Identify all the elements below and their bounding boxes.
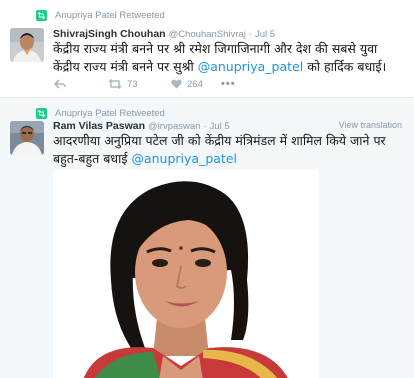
like-count: 264 (187, 78, 203, 90)
avatar[interactable] (10, 121, 44, 155)
handle[interactable]: @ChouhanShivraj (169, 29, 246, 40)
tweet-actions: 73 264 ••• (54, 77, 236, 91)
retweet-button[interactable]: 73 (108, 79, 171, 90)
mention-link[interactable]: @anupriya_patel (198, 59, 304, 74)
tweet-text: केंद्रीय राज्य मंत्री बनने पर श्री रमेश … (53, 40, 405, 76)
display-name[interactable]: ShivrajSingh Chouhan (53, 28, 166, 40)
retweet-context: Anupriya Patel Retweeted (36, 106, 165, 120)
tweet-1[interactable]: Anupriya Patel Retweeted ShivrajSingh Ch… (0, 0, 414, 98)
retweet-icon (36, 9, 47, 21)
retweet-context-label: Anupriya Patel Retweeted (55, 107, 165, 119)
retweet-icon (36, 107, 47, 119)
tweet-2[interactable]: Anupriya Patel Retweeted Ram Vilas Paswa… (0, 98, 414, 378)
separator: · (203, 121, 207, 132)
more-icon: ••• (221, 78, 236, 90)
reply-icon (54, 79, 66, 89)
handle[interactable]: @irvpaswan (148, 121, 200, 132)
retweet-count: 73 (127, 78, 138, 90)
retweet-icon (108, 79, 122, 89)
reply-button[interactable] (54, 79, 108, 89)
avatar[interactable] (10, 28, 44, 62)
like-button[interactable]: 264 (171, 79, 221, 90)
mention-link[interactable]: @anupriya_patel (131, 151, 237, 166)
display-name[interactable]: Ram Vilas Paswan (53, 120, 145, 132)
retweet-context-label: Anupriya Patel Retweeted (55, 9, 165, 21)
tweet-photo[interactable] (53, 170, 319, 378)
heart-icon (171, 79, 182, 89)
separator: · (248, 29, 253, 40)
more-button[interactable]: ••• (221, 78, 236, 90)
retweet-context: Anupriya Patel Retweeted (36, 8, 165, 22)
tweet-text: आदरणीया अनुप्रिया पटेल जी को केंद्रीय मं… (53, 132, 405, 168)
timestamp[interactable]: Jul 5 (255, 29, 275, 40)
view-translation-link[interactable]: View translation (339, 120, 402, 130)
tweet-text-tail: को हार्दिक बधाई। (303, 59, 387, 74)
timestamp[interactable]: Jul 5 (210, 121, 230, 132)
